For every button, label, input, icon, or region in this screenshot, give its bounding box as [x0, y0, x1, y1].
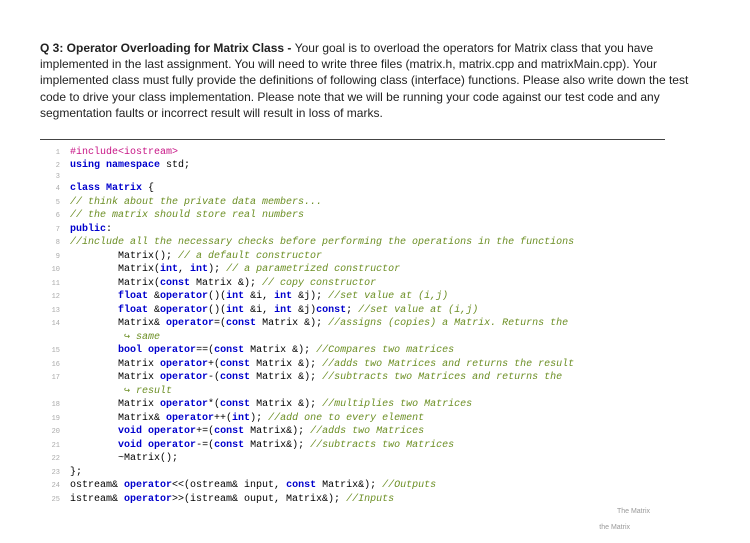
code-line: 18 Matrix operator*(const Matrix &); //m… — [40, 398, 710, 412]
line-number: 3 — [40, 173, 60, 182]
code-content: //include all the necessary checks befor… — [70, 236, 574, 250]
code-line: 5 // think about the private data members… — [40, 196, 710, 210]
code-content: }; — [70, 466, 82, 480]
code-content: float &operator()(int &i, int &j)const; … — [70, 304, 478, 318]
code-line: 24 ostream& operator<<(ostream& input, co… — [40, 479, 710, 493]
code-line: 1 #include<iostream> — [40, 146, 710, 160]
code-line: 3 — [40, 173, 710, 182]
code-content: Matrix operator-(const Matrix &); //subt… — [70, 371, 562, 385]
code-content: ostream& operator<<(ostream& input, cons… — [70, 479, 436, 493]
watermark-the-matrix-1: The Matrix — [617, 508, 650, 515]
line-number: 24 — [40, 482, 60, 491]
line-number: 11 — [40, 280, 60, 289]
code-line: 16 Matrix operator+(const Matrix &); //a… — [40, 358, 710, 372]
code-line: 10 Matrix(int, int); // a parametrized c… — [40, 263, 710, 277]
code-content: ↪ result — [70, 385, 172, 399]
line-number: 21 — [40, 442, 60, 451]
code-line: 13 float &operator()(int &i, int &j)cons… — [40, 304, 710, 318]
line-number: 14 — [40, 320, 60, 329]
code-content: Matrix& operator++(int); //add one to ev… — [70, 412, 424, 426]
line-number: 5 — [40, 199, 60, 208]
divider-top — [40, 139, 665, 140]
line-number: 9 — [40, 253, 60, 262]
code-line: ↪ result — [40, 385, 710, 399]
code-listing: 1 #include<iostream> 2 using namespace std;… — [40, 146, 710, 506]
line-number: 18 — [40, 401, 60, 410]
code-content: Matrix(); // a default constructor — [70, 250, 322, 264]
line-number: 22 — [40, 455, 60, 464]
code-line: 4 class Matrix { — [40, 182, 710, 196]
code-content: #include<iostream> — [70, 146, 178, 160]
line-number: 7 — [40, 226, 60, 235]
line-number: 12 — [40, 293, 60, 302]
code-line: 22 ~Matrix(); — [40, 452, 710, 466]
code-line: 2 using namespace std; — [40, 159, 710, 173]
line-number: 25 — [40, 496, 60, 505]
line-number: 23 — [40, 469, 60, 478]
code-content: // the matrix should store real numbers — [70, 209, 304, 223]
code-content: Matrix(int, int); // a parametrized cons… — [70, 263, 400, 277]
code-line: 15 bool operator==(const Matrix &); //Co… — [40, 344, 710, 358]
code-content: using namespace std; — [70, 159, 190, 173]
code-content: public: — [70, 223, 112, 237]
watermark-the-matrix-2: the Matrix — [599, 524, 630, 531]
line-number: 20 — [40, 428, 60, 437]
code-line: 11 Matrix(const Matrix &); // copy const… — [40, 277, 710, 291]
code-line: ↪ same — [40, 331, 710, 345]
code-content: ~Matrix(); — [70, 452, 178, 466]
line-number: 10 — [40, 266, 60, 275]
code-line: 12 float &operator()(int &i, int &j); //… — [40, 290, 710, 304]
line-number: 17 — [40, 374, 60, 383]
code-content: ↪ same — [70, 331, 160, 345]
line-number: 13 — [40, 307, 60, 316]
code-content: // think about the private data members.… — [70, 196, 322, 210]
code-content: void operator+=(const Matrix&); //adds t… — [70, 425, 424, 439]
question-paragraph: Q 3: Operator Overloading for Matrix Cla… — [40, 40, 710, 121]
code-line: 8 //include all the necessary checks befo… — [40, 236, 710, 250]
code-content: float &operator()(int &i, int &j); //set… — [70, 290, 448, 304]
code-line: 19 Matrix& operator++(int); //add one to… — [40, 412, 710, 426]
line-number: 4 — [40, 185, 60, 194]
line-number: 15 — [40, 347, 60, 356]
code-content: Matrix(const Matrix &); // copy construc… — [70, 277, 376, 291]
code-line: 9 Matrix(); // a default constructor — [40, 250, 710, 264]
code-line: 25 istream& operator>>(istream& ouput, Ma… — [40, 493, 710, 507]
line-number: 2 — [40, 162, 60, 171]
line-number: 1 — [40, 149, 60, 158]
code-line: 7 public: — [40, 223, 710, 237]
code-content: Matrix& operator=(const Matrix &); //ass… — [70, 317, 568, 331]
page-container: Q 3: Operator Overloading for Matrix Cla… — [0, 0, 750, 506]
code-line: 20 void operator+=(const Matrix&); //add… — [40, 425, 710, 439]
code-line: 23}; — [40, 466, 710, 480]
code-line: 21 void operator-=(const Matrix&); //sub… — [40, 439, 710, 453]
line-number: 19 — [40, 415, 60, 424]
code-content: Matrix operator*(const Matrix &); //mult… — [70, 398, 472, 412]
code-content: bool operator==(const Matrix &); //Compa… — [70, 344, 454, 358]
question-title: Q 3: Operator Overloading for Matrix Cla… — [40, 41, 295, 55]
code-line: 17 Matrix operator-(const Matrix &); //s… — [40, 371, 710, 385]
line-number: 6 — [40, 212, 60, 221]
code-content: void operator-=(const Matrix&); //subtra… — [70, 439, 454, 453]
code-content: class Matrix { — [70, 182, 154, 196]
code-line: 6 // the matrix should store real numbers — [40, 209, 710, 223]
code-content: istream& operator>>(istream& ouput, Matr… — [70, 493, 394, 507]
line-number: 16 — [40, 361, 60, 370]
code-line: 14 Matrix& operator=(const Matrix &); //… — [40, 317, 710, 331]
code-content: Matrix operator+(const Matrix &); //adds… — [70, 358, 574, 372]
line-number: 8 — [40, 239, 60, 248]
